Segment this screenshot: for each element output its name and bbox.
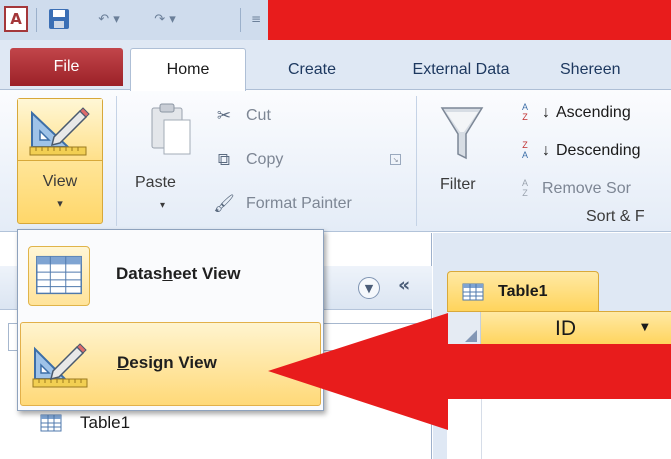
tab-user[interactable]: Shereen: [560, 50, 671, 90]
design-view-icon: [29, 107, 90, 156]
descending-label: Descending: [556, 142, 641, 159]
view-button-icon-area[interactable]: [18, 99, 102, 161]
tab-external-data[interactable]: External Data: [386, 50, 536, 90]
table-icon: [40, 414, 62, 432]
format-painter-label: Format Painter: [246, 195, 352, 212]
remove-sort-label: Remove Sor: [542, 180, 631, 197]
paste-icon[interactable]: [150, 102, 192, 156]
tab-create[interactable]: Create: [258, 50, 366, 90]
chevron-down-icon[interactable]: ▼: [358, 277, 380, 299]
table-icon: [462, 283, 484, 300]
tab-file[interactable]: File: [10, 48, 123, 86]
format-painter-button[interactable]: 🖌 Format Painter: [212, 192, 352, 216]
chevron-down-icon[interactable]: ▼: [641, 322, 649, 333]
group-separator: [416, 96, 417, 226]
remove-sort-button[interactable]: AZ Remove Sor: [514, 176, 631, 202]
remove-sort-icon: AZ: [521, 178, 528, 198]
undo-icon[interactable]: ↶ ▾: [90, 4, 128, 34]
tab-home[interactable]: Home: [130, 48, 246, 91]
column-divider: [481, 346, 482, 459]
nav-item-table1[interactable]: Table1: [40, 413, 130, 433]
cut-label: Cut: [246, 107, 271, 124]
datasheet-view-icon: [28, 246, 90, 306]
sort-descending-icon: ZA: [521, 140, 528, 160]
cut-button[interactable]: ✂ Cut: [212, 104, 271, 128]
column-header-label: ID: [555, 316, 576, 340]
title-bar: A ↶ ▾ ↷ ▾ ≡: [0, 0, 671, 40]
menu-item-label: Datasheet View: [116, 264, 241, 283]
ribbon-home: View ▾ Paste ▾ ✂ Cut ⧉ Copy 🖌 Format Pai…: [0, 90, 671, 232]
document-tab-table1[interactable]: Table1: [447, 271, 599, 311]
sort-ascending-icon: AZ: [521, 102, 528, 122]
paste-button-label[interactable]: Paste: [135, 174, 176, 192]
view-dropdown-menu: Datasheet View Design View: [17, 229, 324, 411]
clipboard-dialog-launcher-icon[interactable]: ↘: [390, 154, 401, 165]
scissors-icon: ✂: [216, 106, 232, 126]
group-separator: [116, 96, 117, 226]
paintbrush-icon: 🖌: [213, 194, 235, 214]
access-app-icon[interactable]: A: [4, 6, 28, 32]
save-icon[interactable]: [46, 4, 72, 34]
document-area: Table1 ID ▼: [433, 233, 671, 459]
toolbar-separator: [36, 8, 37, 32]
select-all-button[interactable]: [447, 312, 481, 346]
row-selector[interactable]: [447, 346, 481, 378]
sort-filter-group-label: Sort & F: [586, 208, 645, 225]
chevron-down-icon[interactable]: ▾: [160, 200, 165, 211]
sort-descending-button[interactable]: ZA ↓ Descending: [514, 138, 641, 164]
search-icon[interactable]: ○: [404, 325, 422, 345]
view-button[interactable]: View ▾: [17, 98, 103, 224]
toolbar-separator: [240, 8, 241, 32]
copy-label: Copy: [246, 151, 284, 168]
ascending-label: Ascending: [556, 104, 631, 121]
sort-ascending-button[interactable]: AZ ↓ Ascending: [514, 100, 631, 126]
chevron-down-icon[interactable]: ▾: [18, 197, 102, 210]
filter-button-label[interactable]: Filter: [440, 176, 476, 194]
menu-item-label: Design View: [117, 353, 217, 372]
menu-item-datasheet-view[interactable]: Datasheet View: [20, 234, 321, 318]
collapse-pane-icon[interactable]: «: [398, 274, 410, 296]
document-tab-label: Table1: [498, 282, 548, 300]
datasheet-grid: ID ▼: [447, 311, 671, 459]
copy-button[interactable]: ⧉ Copy: [212, 148, 283, 172]
redo-icon[interactable]: ↷ ▾: [145, 4, 185, 34]
nav-item-label: Table1: [80, 413, 131, 432]
view-button-label[interactable]: View: [18, 173, 102, 191]
copy-icon: ⧉: [217, 150, 231, 170]
redacted-title-area: [268, 0, 671, 40]
ribbon-tab-bar: File Home Create External Data Shereen: [0, 40, 671, 91]
filter-icon[interactable]: [440, 104, 484, 164]
menu-item-design-view[interactable]: Design View: [20, 322, 321, 406]
customize-toolbar-icon[interactable]: ≡: [248, 4, 264, 34]
design-view-icon: [32, 343, 88, 388]
